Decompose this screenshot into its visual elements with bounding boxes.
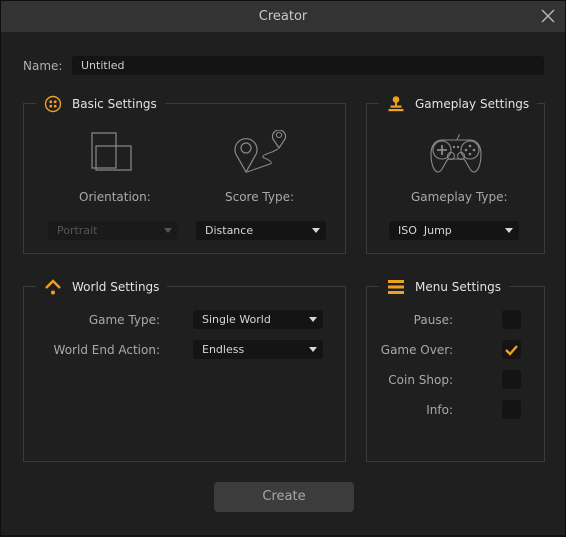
window-title: Creator bbox=[258, 9, 308, 24]
score-type-dropdown[interactable]: Distance bbox=[196, 221, 326, 240]
menu-settings-title: Menu Settings bbox=[415, 280, 501, 294]
coin-shop-checkbox[interactable] bbox=[502, 370, 521, 389]
game-type-label: Game Type: bbox=[88, 313, 160, 327]
info-checkbox[interactable] bbox=[502, 400, 521, 419]
game-type-value: Single World bbox=[202, 313, 271, 326]
pause-label: Pause: bbox=[413, 313, 453, 327]
chevron-down-icon bbox=[312, 228, 320, 233]
checkmark-icon bbox=[505, 345, 518, 356]
menu-settings-header: Menu Settings bbox=[379, 277, 509, 297]
gameplay-settings-group: Gameplay Settings Gameplay Type: ISO Jum… bbox=[366, 94, 545, 254]
score-type-value: Distance bbox=[205, 224, 254, 237]
chevron-down-icon bbox=[164, 228, 172, 233]
apps-circle-icon bbox=[44, 95, 62, 113]
world-settings-group: World Settings Game Type: World End Acti… bbox=[23, 277, 346, 462]
gameplay-type-dropdown[interactable]: ISO Jump bbox=[389, 221, 519, 240]
gamepad-icon bbox=[430, 133, 482, 173]
chevron-down-icon bbox=[505, 228, 513, 233]
gameplay-type-value: ISO Jump bbox=[398, 224, 452, 237]
world-end-action-value: Endless bbox=[202, 343, 245, 356]
score-route-icon bbox=[234, 130, 287, 174]
pause-checkbox[interactable] bbox=[502, 310, 521, 329]
menu-settings-group: Menu Settings Pause: Game Over: Coin Sho… bbox=[366, 277, 545, 462]
world-up-icon bbox=[45, 279, 61, 295]
create-button[interactable]: Create bbox=[214, 482, 354, 512]
game-over-label: Game Over: bbox=[380, 343, 453, 357]
world-end-action-label: World End Action: bbox=[53, 343, 160, 357]
chevron-down-icon bbox=[309, 317, 317, 322]
world-end-action-dropdown[interactable]: Endless bbox=[193, 340, 323, 359]
game-over-checkbox[interactable] bbox=[502, 340, 521, 359]
orientation-label: Orientation: bbox=[79, 190, 151, 204]
score-type-label: Score Type: bbox=[225, 190, 295, 204]
chevron-down-icon bbox=[309, 347, 317, 352]
gameplay-settings-title: Gameplay Settings bbox=[415, 97, 530, 111]
basic-settings-header: Basic Settings bbox=[36, 94, 165, 114]
orientation-icon bbox=[91, 132, 132, 171]
world-settings-header: World Settings bbox=[36, 277, 168, 297]
name-input[interactable] bbox=[72, 56, 544, 75]
name-label: Name: bbox=[23, 59, 63, 73]
orientation-value: Portrait bbox=[57, 224, 98, 237]
orientation-dropdown: Portrait bbox=[48, 221, 178, 240]
basic-settings-group: Basic Settings Orientation: Score Type: … bbox=[23, 94, 346, 254]
close-icon[interactable] bbox=[541, 9, 555, 23]
gameplay-settings-header: Gameplay Settings bbox=[379, 94, 538, 114]
title-bar[interactable]: Creator bbox=[1, 1, 565, 32]
menu-icon bbox=[388, 280, 404, 294]
game-type-dropdown[interactable]: Single World bbox=[193, 310, 323, 329]
world-settings-title: World Settings bbox=[72, 280, 160, 294]
joystick-icon bbox=[388, 96, 404, 112]
creator-window: Creator Name: Basic Settings bbox=[0, 0, 566, 537]
info-label: Info: bbox=[426, 403, 453, 417]
coin-shop-label: Coin Shop: bbox=[388, 373, 453, 387]
gameplay-type-label: Gameplay Type: bbox=[411, 190, 508, 204]
basic-settings-title: Basic Settings bbox=[72, 97, 157, 111]
